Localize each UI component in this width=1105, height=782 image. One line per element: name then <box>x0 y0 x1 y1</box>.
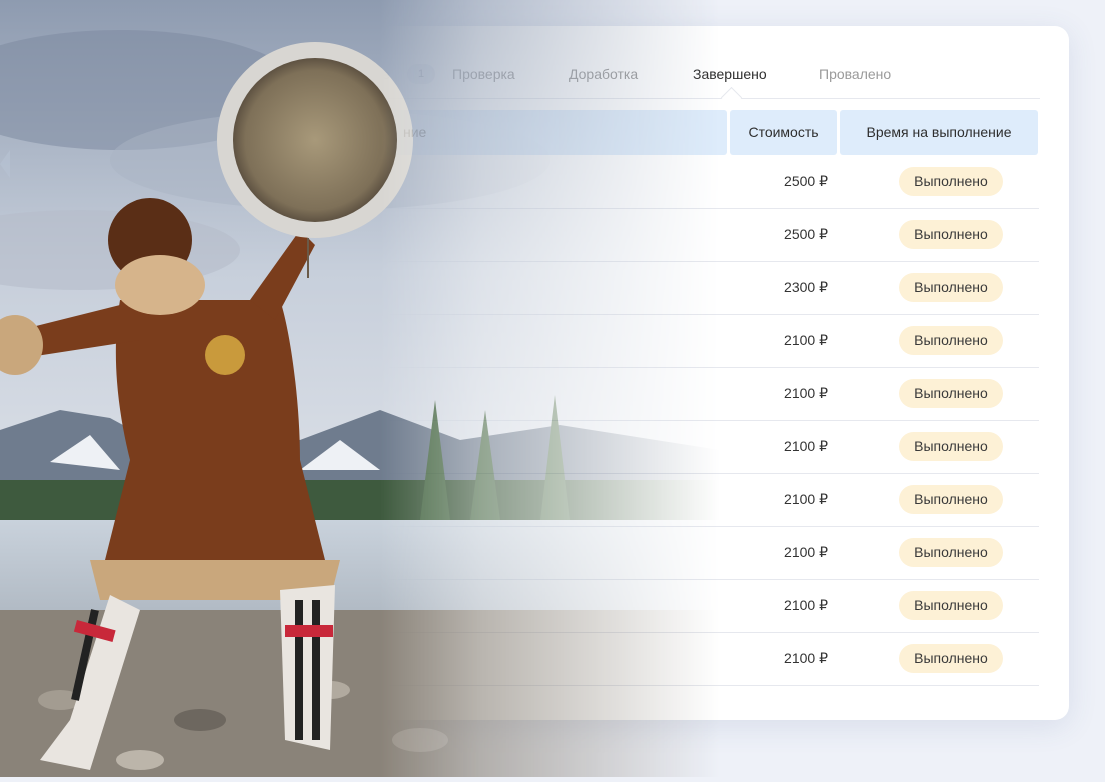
row-price: 2100 ₽ <box>784 332 828 348</box>
table-row[interactable]: 2100 ₽ Выполнено <box>0 632 1039 686</box>
column-header-cost: Стоимость <box>730 110 837 155</box>
table-row[interactable]: 2500 ₽ Выполнено <box>0 208 1039 262</box>
status-badge: Выполнено <box>899 591 1003 620</box>
tab-count-badge: 1 <box>407 64 435 84</box>
row-price: 2100 ₽ <box>784 491 828 507</box>
table-row[interactable]: 2100 ₽ Выполнено <box>0 473 1039 527</box>
column-header-time: Время на выполнение <box>840 110 1038 155</box>
row-price: 2100 ₽ <box>784 544 828 560</box>
tab-review[interactable]: Проверка <box>452 66 515 82</box>
table-row[interactable]: 2300 ₽ Выполнено <box>0 261 1039 315</box>
status-badge: Выполнено <box>899 538 1003 567</box>
row-price: 2300 ₽ <box>784 279 828 295</box>
status-badge: Выполнено <box>899 326 1003 355</box>
row-price: 2500 ₽ <box>784 226 828 242</box>
table-row[interactable]: 2100 ₽ Выполнено <box>0 367 1039 421</box>
row-price: 2100 ₽ <box>784 385 828 401</box>
tab-rework[interactable]: Доработка <box>569 66 638 82</box>
status-badge: Выполнено <box>899 167 1003 196</box>
column-header-name: ние <box>0 110 727 155</box>
status-badge: Выполнено <box>899 379 1003 408</box>
table-row[interactable]: 2100 ₽ Выполнено <box>0 420 1039 474</box>
row-price: 2100 ₽ <box>784 597 828 613</box>
table-row[interactable]: 2100 ₽ Выполнено <box>0 314 1039 368</box>
tasks-card: е 1 Проверка Доработка Завершено Провале… <box>0 26 1069 720</box>
active-tab-caret <box>720 86 743 109</box>
chevron-left-icon[interactable] <box>0 150 10 178</box>
table-row[interactable]: 2100 ₽ Выполнено <box>0 526 1039 580</box>
status-badge: Выполнено <box>899 220 1003 249</box>
status-badge: Выполнено <box>899 485 1003 514</box>
table-row[interactable]: 2100 ₽ Выполнено <box>0 579 1039 633</box>
row-price: 2100 ₽ <box>784 650 828 666</box>
tab-failed[interactable]: Провалено <box>819 66 891 82</box>
row-price: 2500 ₽ <box>784 173 828 189</box>
status-badge: Выполнено <box>899 432 1003 461</box>
column-header-name-label: ние <box>403 124 427 140</box>
tab-partial[interactable]: е <box>382 66 390 82</box>
tab-completed[interactable]: Завершено <box>693 66 767 82</box>
row-price: 2100 ₽ <box>784 438 828 454</box>
status-badge: Выполнено <box>899 644 1003 673</box>
status-badge: Выполнено <box>899 273 1003 302</box>
table-row[interactable]: 2500 ₽ Выполнено <box>0 155 1039 209</box>
status-tabs: е 1 Проверка Доработка Завершено Провале… <box>0 26 1040 109</box>
